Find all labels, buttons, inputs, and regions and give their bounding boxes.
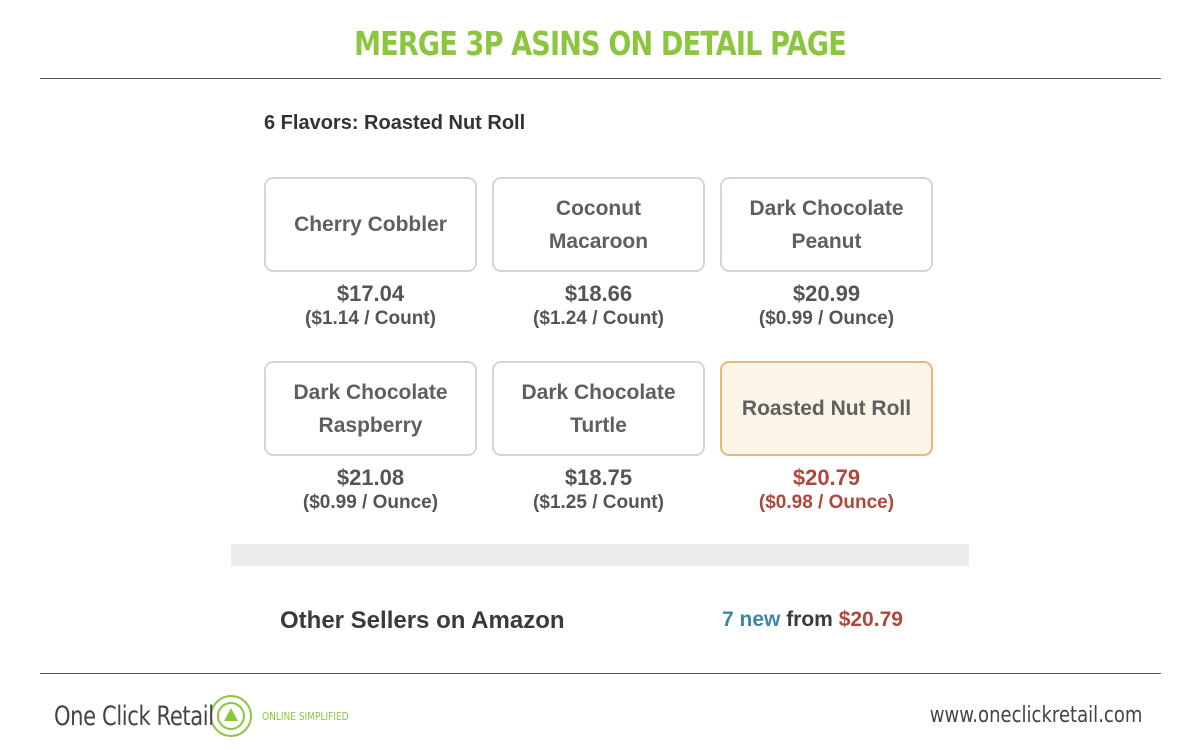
variation-header: 6 Flavors: Roasted Nut Roll	[264, 112, 526, 134]
flavor-label-line2: Macaroon	[548, 229, 649, 253]
flavor-label-line2: Turtle	[570, 413, 627, 437]
lowest-offer-price: $20.79	[838, 608, 903, 631]
offer-listing-summary: 7 new from $20.79	[722, 608, 903, 632]
website-url: www.oneclickretail.com	[929, 703, 1142, 728]
flavor-label: Dark Chocolate Peanut	[737, 192, 917, 258]
top-divider	[40, 78, 1161, 79]
flavor-label: Dark Chocolate Turtle	[509, 376, 689, 442]
flavor-swatch[interactable]: Dark Chocolate Peanut	[720, 177, 933, 272]
flavor-tile-cherry-cobbler[interactable]: Cherry Cobbler $17.04 ($1.14 / Count)	[264, 177, 477, 331]
flavor-swatch[interactable]: Cherry Cobbler	[264, 177, 477, 272]
flavor-swatch[interactable]: Dark Chocolate Raspberry	[264, 361, 477, 456]
flavor-swatch[interactable]: Dark Chocolate Turtle	[492, 361, 705, 456]
flavor-tiles: Cherry Cobbler $17.04 ($1.14 / Count) Co…	[264, 177, 934, 545]
section-divider-bar	[231, 544, 969, 566]
tile-row: Cherry Cobbler $17.04 ($1.14 / Count) Co…	[264, 177, 934, 331]
flavor-price: $17.04	[336, 281, 405, 306]
flavor-label: Dark Chocolate Raspberry	[281, 376, 461, 442]
flavor-swatch-selected[interactable]: Roasted Nut Roll	[720, 361, 933, 456]
slide-title: MERGE 3P ASINS ON DETAIL PAGE	[354, 24, 847, 63]
flavor-swatch[interactable]: Coconut Macaroon	[492, 177, 705, 272]
flavor-label: Cherry Cobbler	[281, 208, 461, 241]
flavor-label-line1: Roasted Nut Roll	[741, 397, 912, 420]
flavor-label-line2: Peanut	[791, 229, 862, 253]
flavor-unit-price: ($0.98 / Ounce)	[758, 492, 895, 513]
flavor-label-line2: Raspberry	[318, 413, 423, 437]
brand-tagline: ONLINE SIMPLIFIED	[262, 709, 349, 723]
other-sellers-label: Other Sellers on Amazon	[280, 607, 565, 634]
new-offers-link[interactable]: 7 new	[722, 608, 780, 631]
circled-arrow-up-icon	[210, 695, 252, 737]
from-text: from	[780, 608, 839, 631]
flavor-price: $18.75	[564, 465, 633, 490]
flavor-label-line1: Cherry Cobbler	[294, 213, 447, 236]
flavor-tile-roasted-nut-roll-selected[interactable]: Roasted Nut Roll $20.79 ($0.98 / Ounce)	[720, 361, 933, 515]
brand-name: One Click Retail	[54, 700, 214, 732]
flavor-price: $21.08	[336, 465, 405, 490]
flavor-price: $18.66	[564, 281, 633, 306]
flavor-unit-price: ($1.24 / Count)	[533, 308, 664, 329]
flavor-label-line1: Coconut	[555, 196, 642, 220]
flavor-label: Coconut Macaroon	[509, 192, 689, 258]
flavor-unit-price: ($1.25 / Count)	[533, 492, 664, 513]
flavor-unit-price: ($0.99 / Ounce)	[758, 308, 895, 329]
flavor-tile-dark-chocolate-turtle[interactable]: Dark Chocolate Turtle $18.75 ($1.25 / Co…	[492, 361, 705, 515]
footer-brand: One Click Retail ONLINE SIMPLIFIED	[54, 693, 368, 739]
flavor-unit-price: ($1.14 / Count)	[305, 308, 436, 329]
flavor-label-line1: Dark Chocolate	[293, 380, 448, 404]
flavor-tile-dark-chocolate-raspberry[interactable]: Dark Chocolate Raspberry $21.08 ($0.99 /…	[264, 361, 477, 515]
flavor-label-line1: Dark Chocolate	[521, 380, 676, 404]
flavor-label-line1: Dark Chocolate	[749, 196, 904, 220]
flavor-tile-coconut-macaroon[interactable]: Coconut Macaroon $18.66 ($1.24 / Count)	[492, 177, 705, 331]
flavor-tile-dark-chocolate-peanut[interactable]: Dark Chocolate Peanut $20.99 ($0.99 / Ou…	[720, 177, 933, 331]
flavor-unit-price: ($0.99 / Ounce)	[302, 492, 439, 513]
flavor-price: $20.79	[792, 465, 861, 490]
flavor-label: Roasted Nut Roll	[737, 392, 917, 425]
tile-row: Dark Chocolate Raspberry $21.08 ($0.99 /…	[264, 361, 934, 515]
bottom-divider	[40, 673, 1161, 674]
flavor-price: $20.99	[792, 281, 861, 306]
